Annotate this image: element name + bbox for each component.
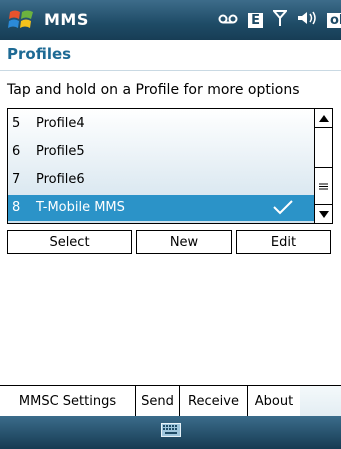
list-item[interactable]: 7 Profile6 [8,167,314,193]
profile-number: 6 [12,144,21,159]
profile-name: Profile5 [36,144,85,159]
scrollbar[interactable] [314,109,332,223]
list-item[interactable]: 6 Profile5 [8,139,314,165]
volume-icon[interactable] [297,10,317,30]
signal-strength-icon[interactable] [271,9,289,31]
instruction-text: Tap and hold on a Profile for more optio… [7,82,300,98]
new-button[interactable]: New [136,230,232,254]
profile-number: 8 [12,200,21,215]
tab-bar: MMSC Settings Send Receive About [0,385,341,417]
windows-start-icon[interactable] [7,8,37,32]
tab-bar-filler [300,386,341,416]
edge-connection-icon[interactable]: E [248,12,263,28]
list-item-selected[interactable]: 8 T-Mobile MMS [8,195,314,221]
tab-mmsc-settings[interactable]: MMSC Settings [0,386,136,416]
section-header: Profiles [0,40,341,71]
section-title: Profiles [7,45,72,63]
scroll-down-icon[interactable] [315,204,332,223]
scroll-thumb[interactable] [315,167,332,205]
profile-name: T-Mobile MMS [36,200,125,215]
profile-name: Profile6 [36,172,85,187]
list-item[interactable]: 5 Profile4 [8,111,314,137]
keyboard-icon[interactable] [161,423,181,437]
edit-button[interactable]: Edit [236,230,331,254]
profile-list[interactable]: 5 Profile4 6 Profile5 7 Profile6 8 T-Mob… [7,108,333,224]
soft-key-bar [0,416,341,449]
tab-send[interactable]: Send [136,386,180,416]
profile-number: 5 [12,116,21,131]
scroll-up-icon[interactable] [315,109,332,128]
voicemail-icon[interactable] [218,11,238,29]
tab-about[interactable]: About [248,386,301,416]
tab-receive[interactable]: Receive [180,386,248,416]
profile-name: Profile4 [36,116,85,131]
select-button[interactable]: Select [7,230,132,254]
title-bar: MMS E ok [0,0,341,40]
status-icons: E ok [218,6,341,34]
checkmark-icon [273,200,293,215]
ok-button[interactable]: ok [327,12,341,28]
app-title: MMS [44,10,89,29]
profile-number: 7 [12,172,21,187]
